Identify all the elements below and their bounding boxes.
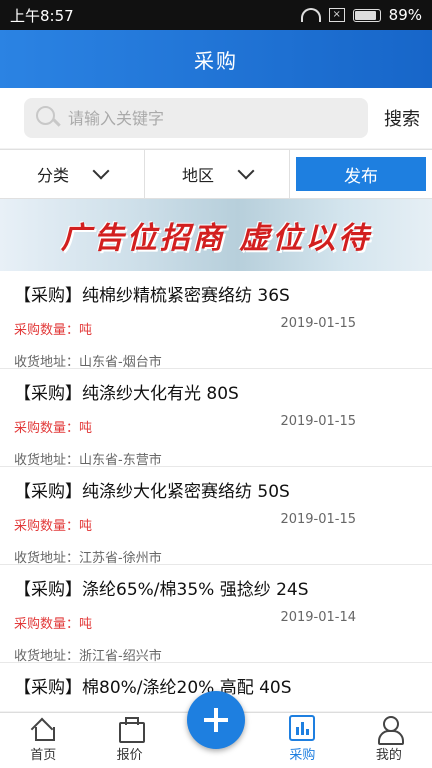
- item-title: 【采购】纯棉纱精梳紧密赛络纺 36S: [14, 286, 290, 306]
- item-date: 2019-01-14: [280, 610, 356, 625]
- list-item[interactable]: 【采购】涤纶65%/棉35% 强捻纱 24S 采购数量：吨 2019-01-14…: [0, 565, 432, 664]
- page-title: 采购: [194, 48, 238, 73]
- region-filter-label: 地区: [181, 166, 214, 185]
- list-item[interactable]: 【采购】纯涤纱大化紧密赛络纺 50S 采购数量：吨 2019-01-15 收货地…: [0, 467, 432, 566]
- no-sim-icon: ×: [328, 8, 345, 22]
- list-item[interactable]: 【采购】纯棉纱精梳紧密赛络纺 36S 采购数量：吨 2019-01-15 收货地…: [0, 271, 432, 370]
- publish-button[interactable]: 发布: [296, 157, 426, 191]
- item-address: 收货地址：山东省-烟台市: [14, 355, 162, 370]
- search-icon: [32, 103, 62, 133]
- bar-chart-icon: [289, 715, 316, 741]
- category-filter-label: 分类: [36, 166, 69, 185]
- search-box[interactable]: [24, 98, 368, 138]
- tab-label: 采购: [289, 748, 316, 763]
- item-address: 收货地址：山东省-东营市: [14, 453, 162, 468]
- status-bar: 上午8:57 × 89%: [0, 0, 432, 30]
- item-address: 收货地址：浙江省-绍兴市: [14, 649, 162, 664]
- battery-icon: [352, 8, 381, 22]
- add-fab-button[interactable]: [187, 691, 245, 749]
- region-filter[interactable]: 地区: [145, 150, 290, 198]
- list-item[interactable]: 【采购】纯涤纱大化有光 80S 采购数量：吨 2019-01-15 收货地址：山…: [0, 369, 432, 468]
- tab-label: 报价: [116, 748, 143, 763]
- battery-percent: 89%: [388, 6, 422, 24]
- filter-bar: 分类 地区 发布: [0, 149, 432, 199]
- banner-text: 广告位招商 虚位以待: [60, 221, 372, 256]
- tab-label: 首页: [30, 748, 57, 763]
- wifi-icon: [300, 8, 321, 22]
- item-address: 收货地址：江苏省-徐州市: [14, 551, 162, 566]
- chevron-down-icon: [92, 162, 110, 180]
- home-icon: [30, 715, 56, 741]
- app-bar: 采购: [0, 30, 432, 88]
- category-filter[interactable]: 分类: [0, 150, 145, 198]
- chevron-down-icon: [237, 162, 255, 180]
- plus-icon: [204, 708, 228, 732]
- tab-label: 我的: [375, 748, 402, 763]
- tab-me[interactable]: 我的: [346, 713, 432, 768]
- tab-purchase[interactable]: 采购: [259, 713, 345, 768]
- item-date: 2019-01-15: [280, 316, 356, 331]
- briefcase-icon: [117, 715, 145, 743]
- tab-home[interactable]: 首页: [0, 713, 86, 768]
- ad-banner[interactable]: 广告位招商 虚位以待: [0, 199, 432, 271]
- item-title: 【采购】纯涤纱大化有光 80S: [14, 384, 239, 404]
- search-input[interactable]: [68, 108, 348, 128]
- search-bar: 搜索: [0, 88, 432, 148]
- purchase-list: 【采购】纯棉纱精梳紧密赛络纺 36S 采购数量：吨 2019-01-15 收货地…: [0, 271, 432, 711]
- item-date: 2019-01-15: [280, 512, 356, 527]
- item-title: 【采购】纯涤纱大化紧密赛络纺 50S: [14, 482, 290, 502]
- status-icons: × 89%: [300, 6, 422, 24]
- item-date: 2019-01-15: [280, 414, 356, 429]
- search-button[interactable]: 搜索: [384, 105, 420, 131]
- tab-quote[interactable]: 报价: [86, 713, 172, 768]
- item-title: 【采购】涤纶65%/棉35% 强捻纱 24S: [14, 580, 309, 600]
- status-time: 上午8:57: [10, 6, 74, 25]
- person-icon: [376, 715, 404, 745]
